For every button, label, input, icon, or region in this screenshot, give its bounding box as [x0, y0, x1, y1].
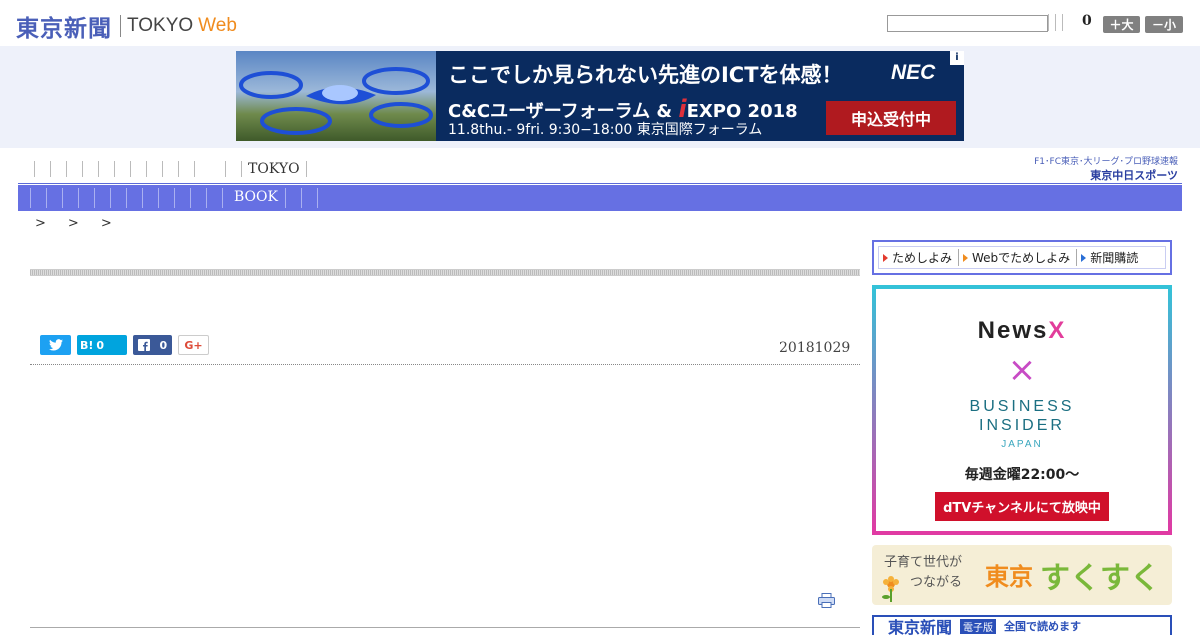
drone-image	[236, 51, 436, 141]
ad-info-icon[interactable]: i	[950, 51, 964, 65]
print-icon[interactable]	[818, 593, 835, 612]
twitter-icon	[48, 339, 63, 351]
arrow-right-icon	[883, 253, 888, 262]
ad-headline: ここでしか見られない先進のICTを体感！	[448, 63, 843, 87]
ad-schedule: 毎週金曜22:00〜	[964, 467, 1080, 483]
font-size-smaller-button[interactable]: －小	[1145, 16, 1183, 33]
newsx-x: X	[1048, 317, 1067, 344]
nav-tokyo-link[interactable]: TOKYO	[242, 161, 306, 177]
newsx-ad[interactable]: NewsX × BUSINESS INSIDER JAPAN 毎週金曜22:00…	[872, 285, 1172, 535]
google-plus-share-button[interactable]: G+	[178, 335, 209, 355]
header-count: 0	[1082, 13, 1092, 29]
digital-logo: 東京新聞	[888, 618, 953, 637]
chunichi-tagline: F1･FC東京･大リーグ･プロ野球速報	[1034, 157, 1178, 167]
tab-web-tameshiyomi[interactable]: Webでためしよみ	[958, 249, 1076, 266]
digital-text: 全国で読めます	[1004, 620, 1082, 633]
facebook-share-button[interactable]: 0	[133, 335, 172, 355]
chunichi-sports-link[interactable]: F1･FC東京･大リーグ･プロ野球速報 東京中日スポーツ	[1028, 154, 1178, 183]
sukusuku-brand-name: すくすく	[1040, 561, 1160, 596]
breadcrumb-separator: >	[67, 216, 79, 231]
logo-web: Web	[198, 15, 237, 36]
sub-nav-separators	[30, 188, 238, 208]
article-header-divider	[30, 364, 860, 365]
newsx-logo: NewsX	[876, 317, 1168, 345]
bi-line1: BUSINESS	[969, 398, 1075, 415]
facebook-icon	[137, 339, 150, 351]
ad-event-dates: 11.8thu.- 9fri. 9:30−18:00 東京国際フォーラム	[448, 122, 763, 138]
logo-divider	[120, 15, 121, 37]
font-size-bigger-button[interactable]: ＋大	[1103, 16, 1140, 33]
site-logo[interactable]: 東京新聞 TOKYO Web	[16, 9, 237, 43]
tab-subscribe[interactable]: 新聞購読	[1076, 249, 1144, 266]
nec-ad-banner[interactable]: ここでしか見られない先進のICTを体感！ NEC i C&Cユーザーフォーラム …	[236, 51, 964, 141]
header-link-separators	[1048, 14, 1063, 31]
sub-category-nav: BOOK	[18, 185, 1182, 211]
arrow-right-icon	[1081, 253, 1087, 262]
logo-tokyo: TOKYO	[127, 15, 194, 36]
newsx-prefix: News	[977, 317, 1049, 344]
nav-divider	[18, 183, 1182, 184]
article-date: 20181029	[779, 340, 851, 356]
tab-label: ためしよみ	[892, 251, 953, 265]
site-header: 東京新聞 TOKYO Web 0 ＋大 －小	[0, 0, 1200, 46]
breadcrumb-separator: >	[35, 216, 46, 231]
tab-label: 新聞購読	[1090, 251, 1139, 265]
flower-icon	[882, 576, 899, 602]
tab-tameshiyomi[interactable]: ためしよみ	[879, 249, 958, 266]
digital-badge: 電子版	[960, 618, 997, 634]
facebook-count: 0	[159, 338, 168, 352]
chunichi-logo: 東京中日スポーツ	[1090, 169, 1178, 182]
ad-channel-badge: dTVチャンネルにて放映中	[935, 492, 1109, 521]
category-nav: TOKYO	[34, 160, 307, 178]
arrow-right-icon	[963, 253, 969, 262]
tokyo-sukusuku-banner[interactable]: 子育て世代が つながる 東京 すくすく	[872, 545, 1172, 605]
nec-logo: NEC	[891, 61, 936, 84]
cross-icon: ×	[1007, 350, 1037, 390]
nav-book-link[interactable]: BOOK	[234, 189, 278, 205]
bi-line3: JAPAN	[1001, 439, 1043, 450]
sukusuku-brand-tokyo: 東京	[985, 562, 1033, 591]
hatena-bookmark-button[interactable]: B! 0	[77, 335, 127, 355]
article-title-rule	[30, 269, 860, 276]
breadcrumb: > > >	[35, 216, 112, 231]
top-ad-band: ここでしか見られない先進のICTを体感！ NEC i C&Cユーザーフォーラム …	[0, 46, 1200, 148]
twitter-share-button[interactable]	[40, 335, 71, 355]
breadcrumb-separator: >	[100, 216, 112, 231]
digital-edition-banner[interactable]: 東京新聞 電子版 全国で読めます	[872, 615, 1172, 637]
article-bottom-rule	[30, 627, 860, 628]
ad-apply-button[interactable]: 申込受付中	[826, 101, 956, 135]
logo-tokyo-shimbun: 東京新聞	[16, 15, 112, 42]
bi-line2: INSIDER	[979, 417, 1065, 434]
tab-label: Webでためしよみ	[972, 251, 1071, 265]
hatena-icon: B!	[80, 338, 94, 352]
hatena-count: 0	[96, 338, 105, 352]
search-input[interactable]	[887, 15, 1048, 32]
sukusuku-line1: 子育て世代が	[884, 555, 963, 570]
subscription-tabs: ためしよみ Webでためしよみ 新聞購読	[872, 240, 1172, 275]
business-insider-logo: BUSINESS INSIDER JAPAN	[876, 397, 1168, 454]
